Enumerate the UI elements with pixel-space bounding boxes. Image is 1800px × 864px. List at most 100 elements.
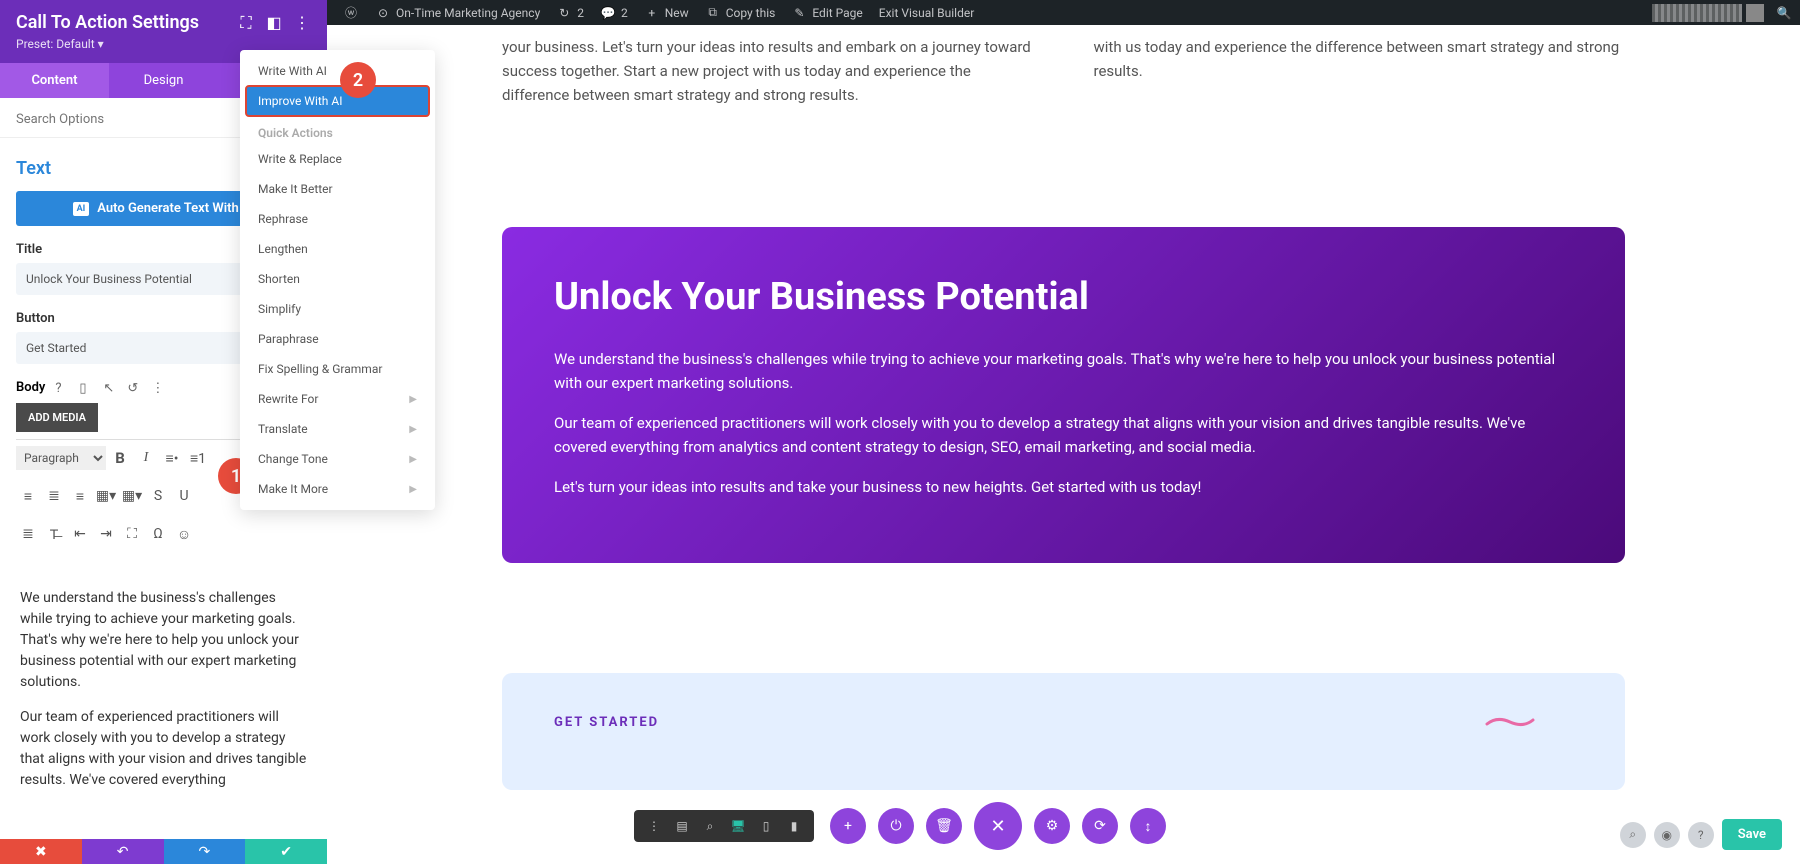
indent-button[interactable]: ⇥ [94, 522, 118, 546]
copy-this[interactable]: ⧉Copy this [697, 5, 784, 21]
tab-design[interactable]: Design [109, 63, 218, 98]
add-button[interactable]: + [830, 808, 866, 844]
align-center-button[interactable]: ≣ [42, 484, 66, 508]
justify-button[interactable]: ≣ [16, 522, 40, 546]
menu-paraphrase[interactable]: Paraphrase [240, 324, 435, 354]
phone-icon[interactable]: ▯ [79, 381, 93, 395]
site-name-label: On-Time Marketing Agency [396, 6, 540, 20]
expand-icon[interactable]: ⛶ [237, 14, 255, 32]
updates[interactable]: ↻2 [548, 5, 592, 21]
clear-format-button[interactable]: T̶ [42, 522, 66, 546]
panel-bottom-actions: ✖ ↶ ↷ ✔ [0, 839, 327, 864]
copy-icon: ⧉ [705, 5, 721, 21]
add-media-button[interactable]: ADD MEDIA [16, 403, 98, 432]
settings-button[interactable]: ⚙ [1034, 808, 1070, 844]
edit-page[interactable]: ✎Edit Page [783, 5, 870, 21]
menu-write-replace[interactable]: Write & Replace [240, 144, 435, 174]
align-left-button[interactable]: ≡ [16, 484, 40, 508]
get-started-section[interactable]: GET STARTED [502, 673, 1625, 790]
get-started-label: GET STARTED [554, 715, 1573, 730]
strikethrough-button[interactable]: S [146, 484, 170, 508]
cta-module[interactable]: Unlock Your Business Potential We unders… [502, 227, 1625, 563]
plus-icon: + [644, 5, 660, 21]
cta-paragraph-2: Our team of experienced practitioners wi… [554, 411, 1573, 459]
chevron-right-icon: ▶ [409, 424, 417, 435]
ai-badge-icon: AI [73, 202, 90, 216]
search-page-button[interactable]: ⌕ [1620, 822, 1646, 848]
menu-change-tone[interactable]: Change Tone▶ [240, 444, 435, 474]
tablet-icon[interactable]: ▯ [756, 816, 776, 836]
new-menu[interactable]: +New [636, 5, 697, 21]
user-name-obscured [1652, 4, 1742, 22]
sort-button[interactable]: ↕ [1130, 808, 1166, 844]
site-menu[interactable]: ⊙On-Time Marketing Agency [367, 5, 548, 21]
tab-content[interactable]: Content [0, 63, 109, 98]
bottom-right-controls: ⌕ ◉ ? Save [1620, 819, 1782, 850]
menu-make-it-more[interactable]: Make It More▶ [240, 474, 435, 504]
menu-shorten[interactable]: Shorten [240, 264, 435, 294]
history-button[interactable]: ⟳ [1082, 808, 1118, 844]
menu-rewrite-for[interactable]: Rewrite For▶ [240, 384, 435, 414]
search-icon[interactable]: 🔍 [1776, 5, 1792, 21]
comments[interactable]: 💬2 [592, 5, 636, 21]
desktop-icon[interactable]: 🖥 [728, 816, 748, 836]
emoji-button[interactable]: ☺ [172, 522, 196, 546]
builder-floating-toolbar: ⋮ ▤ ⌕ 🖥 ▯ ▮ + ⏻ 🗑 ✕ ⚙ ⟳ ↕ [634, 802, 1166, 850]
preset-selector[interactable]: Preset: Default ▾ [16, 37, 311, 51]
hover-icon[interactable]: ↖ [103, 381, 117, 395]
underline-button[interactable]: U [172, 484, 196, 508]
refresh-icon: ↻ [556, 5, 572, 21]
fullscreen-button[interactable]: ⛶ [120, 522, 144, 546]
wp-logo[interactable]: ⓦ [335, 5, 367, 21]
zoom-icon[interactable]: ⌕ [700, 816, 720, 836]
menu-rephrase[interactable]: Rephrase [240, 204, 435, 234]
italic-button[interactable]: I [134, 446, 158, 470]
save-button[interactable]: Save [1722, 819, 1782, 850]
menu-lengthen[interactable]: Lengthen [240, 234, 435, 264]
outdent-button[interactable]: ⇤ [68, 522, 92, 546]
align-right-button[interactable]: ≡ [68, 484, 92, 508]
snap-icon[interactable]: ◧ [265, 14, 283, 32]
undo-button[interactable]: ↶ [82, 839, 164, 864]
table2-button[interactable]: ▦▾ [120, 484, 144, 508]
trash-button[interactable]: 🗑 [926, 808, 962, 844]
discard-button[interactable]: ✖ [0, 839, 82, 864]
more-icon[interactable]: ⋮ [293, 14, 311, 32]
kebab-icon[interactable]: ⋮ [151, 381, 165, 395]
menu-write-with-ai[interactable]: Write With AI [240, 56, 435, 86]
exit-label: Exit Visual Builder [879, 6, 975, 20]
body-editor[interactable]: We understand the business's challenges … [16, 580, 311, 813]
undo-icon[interactable]: ↺ [127, 381, 141, 395]
special-char-button[interactable]: Ω [146, 522, 170, 546]
menu-improve-with-ai[interactable]: Improve With AI [246, 86, 429, 116]
cta-title: Unlock Your Business Potential [554, 275, 1573, 319]
exit-visual-builder[interactable]: Exit Visual Builder [871, 6, 983, 20]
ul-button[interactable]: ≡• [160, 446, 184, 470]
menu-fix-spelling[interactable]: Fix Spelling & Grammar [240, 354, 435, 384]
menu-simplify[interactable]: Simplify [240, 294, 435, 324]
wordpress-icon: ⓦ [343, 5, 359, 21]
pencil-icon: ✎ [791, 5, 807, 21]
ol-button[interactable]: ≡1 [186, 446, 210, 470]
layers-button[interactable]: ◉ [1654, 822, 1680, 848]
apply-button[interactable]: ✔ [245, 839, 327, 864]
table-button[interactable]: ▦▾ [94, 484, 118, 508]
ai-dropdown-menu: Write With AI Improve With AI Quick Acti… [240, 50, 435, 510]
annotation-badge-2: 2 [340, 62, 376, 98]
wp-admin-bar: ⓦ ⊙On-Time Marketing Agency ↻2 💬2 +New ⧉… [327, 0, 1800, 25]
menu-translate[interactable]: Translate▶ [240, 414, 435, 444]
close-button[interactable]: ✕ [974, 802, 1022, 850]
format-select[interactable]: Paragraph [16, 446, 106, 470]
help-icon[interactable]: ? [55, 381, 69, 395]
cta-paragraph-1: We understand the business's challenges … [554, 347, 1573, 395]
avatar[interactable] [1746, 4, 1764, 22]
redo-button[interactable]: ↷ [164, 839, 246, 864]
power-button[interactable]: ⏻ [878, 808, 914, 844]
menu-make-better[interactable]: Make It Better [240, 174, 435, 204]
wireframe-icon[interactable]: ▤ [672, 816, 692, 836]
help-button[interactable]: ? [1688, 822, 1714, 848]
menu-icon[interactable]: ⋮ [644, 816, 664, 836]
bold-button[interactable]: B [108, 446, 132, 470]
phone-icon[interactable]: ▮ [784, 816, 804, 836]
preview-col1-text: your business. Let's turn your ideas int… [502, 35, 1034, 107]
